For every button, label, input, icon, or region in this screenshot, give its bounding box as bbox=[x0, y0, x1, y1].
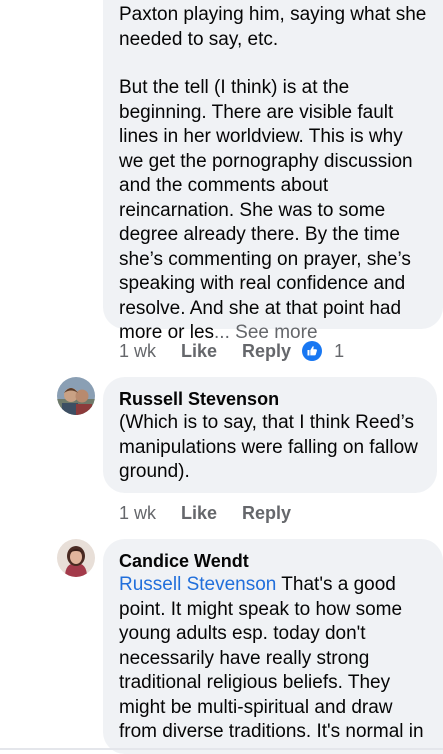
comment-3-text-body: Russell Stevenson That's a good point. I… bbox=[119, 573, 427, 745]
avatar-photo-icon bbox=[57, 539, 95, 577]
comment-bubble-2: Russell Stevenson (Which is to say, that… bbox=[103, 377, 437, 493]
avatar-candice[interactable] bbox=[57, 539, 95, 577]
reaction-count: 1 bbox=[334, 340, 345, 361]
comment-2-author[interactable]: Russell Stevenson bbox=[119, 387, 421, 411]
avatar-russell[interactable] bbox=[57, 377, 95, 415]
comment-2-timestamp[interactable]: 1 wk bbox=[119, 503, 156, 524]
comment-1-text-intro: Paxton playing him, saying what she need… bbox=[119, 4, 427, 50]
comment-1-reply-button[interactable]: Reply bbox=[242, 341, 291, 362]
comment-1-timestamp[interactable]: 1 wk bbox=[119, 341, 156, 362]
comment-2-text: (Which is to say, that I think Reed’s ma… bbox=[119, 412, 418, 482]
comment-3-text: That's a good point. It might speak to h… bbox=[119, 574, 424, 742]
comment-1-like-button[interactable]: Like bbox=[181, 341, 217, 362]
comment-1-text-body: But the tell (I think) is at the beginni… bbox=[119, 76, 427, 346]
comment-3-mention[interactable]: Russell Stevenson bbox=[119, 574, 276, 595]
like-thumb-icon bbox=[302, 341, 323, 361]
comment-bubble-3: Candice Wendt Russell Stevenson That's a… bbox=[103, 539, 443, 754]
comment-2-like-button[interactable]: Like bbox=[181, 503, 217, 524]
comment-2-reply-button[interactable]: Reply bbox=[242, 503, 291, 524]
comment-2-actions: 1 wk Like Reply bbox=[119, 501, 316, 525]
avatar-photo-icon bbox=[57, 377, 95, 415]
comment-3-author[interactable]: Candice Wendt bbox=[119, 549, 427, 573]
comment-1-actions: 1 wk Like Reply 1 bbox=[119, 339, 344, 363]
comment-1-reactions[interactable]: 1 bbox=[302, 341, 344, 362]
comment-1-text-main: But the tell (I think) is at the beginni… bbox=[119, 77, 413, 343]
comment-bubble-1: Paxton playing him, saying what she need… bbox=[103, 0, 443, 343]
